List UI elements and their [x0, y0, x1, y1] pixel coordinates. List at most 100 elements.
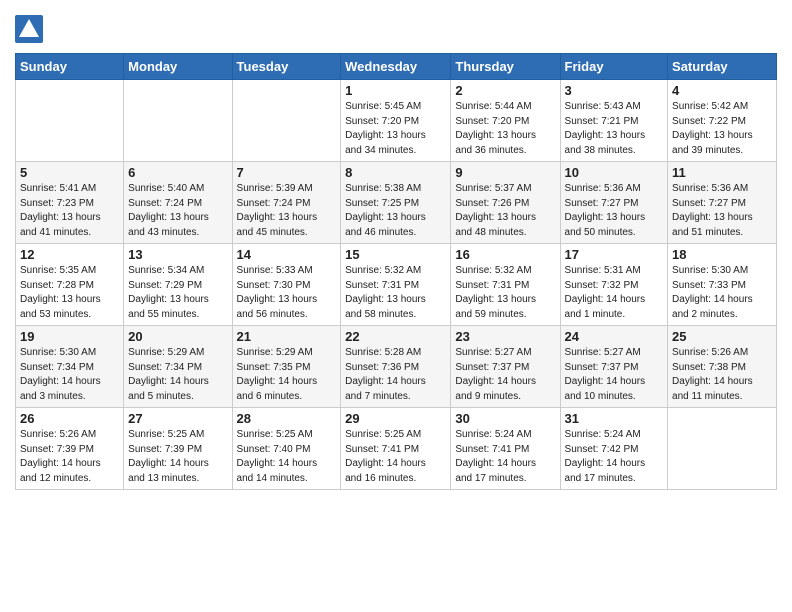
weekday-header-tuesday: Tuesday: [232, 54, 341, 80]
day-info: Sunrise: 5:42 AM Sunset: 7:22 PM Dayligh…: [672, 100, 772, 158]
day-number: 17: [565, 247, 664, 262]
page: SundayMondayTuesdayWednesdayThursdayFrid…: [0, 0, 792, 612]
day-number: 20: [128, 329, 227, 344]
day-number: 12: [20, 247, 119, 262]
day-number: 24: [565, 329, 664, 344]
day-info: Sunrise: 5:32 AM Sunset: 7:31 PM Dayligh…: [345, 264, 446, 322]
weekday-header-monday: Monday: [124, 54, 232, 80]
day-number: 23: [455, 329, 555, 344]
day-info: Sunrise: 5:25 AM Sunset: 7:41 PM Dayligh…: [345, 428, 446, 486]
day-number: 10: [565, 165, 664, 180]
day-info: Sunrise: 5:28 AM Sunset: 7:36 PM Dayligh…: [345, 346, 446, 404]
logo: [15, 15, 47, 43]
day-cell: 16 Sunrise: 5:32 AM Sunset: 7:31 PM Dayli…: [451, 244, 560, 326]
day-info: Sunrise: 5:26 AM Sunset: 7:39 PM Dayligh…: [20, 428, 119, 486]
day-cell: [668, 408, 777, 490]
day-cell: 21 Sunrise: 5:29 AM Sunset: 7:35 PM Dayli…: [232, 326, 341, 408]
day-number: 22: [345, 329, 446, 344]
day-number: 29: [345, 411, 446, 426]
day-cell: 13 Sunrise: 5:34 AM Sunset: 7:29 PM Dayli…: [124, 244, 232, 326]
day-info: Sunrise: 5:33 AM Sunset: 7:30 PM Dayligh…: [237, 264, 337, 322]
day-cell: 12 Sunrise: 5:35 AM Sunset: 7:28 PM Dayli…: [16, 244, 124, 326]
day-cell: 1 Sunrise: 5:45 AM Sunset: 7:20 PM Daylig…: [341, 80, 451, 162]
week-row-3: 12 Sunrise: 5:35 AM Sunset: 7:28 PM Dayli…: [16, 244, 777, 326]
day-number: 1: [345, 83, 446, 98]
day-cell: 6Sunrise: 5:40 AM Sunset: 7:24 PM Daylig…: [124, 162, 232, 244]
day-number: 4: [672, 83, 772, 98]
day-cell: 22 Sunrise: 5:28 AM Sunset: 7:36 PM Dayli…: [341, 326, 451, 408]
day-number: 5: [20, 165, 119, 180]
weekday-header-thursday: Thursday: [451, 54, 560, 80]
week-row-2: 5 Sunrise: 5:41 AM Sunset: 7:23 PM Daylig…: [16, 162, 777, 244]
day-number: 14: [237, 247, 337, 262]
day-cell: 2Sunrise: 5:44 AM Sunset: 7:20 PM Daylig…: [451, 80, 560, 162]
day-number: 30: [455, 411, 555, 426]
day-info: Sunrise: 5:30 AM Sunset: 7:34 PM Dayligh…: [20, 346, 119, 404]
day-number: 21: [237, 329, 337, 344]
day-cell: 4 Sunrise: 5:42 AM Sunset: 7:22 PM Daylig…: [668, 80, 777, 162]
day-number: 15: [345, 247, 446, 262]
day-info: Sunrise: 5:24 AM Sunset: 7:42 PM Dayligh…: [565, 428, 664, 486]
day-cell: [16, 80, 124, 162]
day-cell: 24 Sunrise: 5:27 AM Sunset: 7:37 PM Dayli…: [560, 326, 668, 408]
day-cell: 14 Sunrise: 5:33 AM Sunset: 7:30 PM Dayli…: [232, 244, 341, 326]
day-cell: 28Sunrise: 5:25 AM Sunset: 7:40 PM Dayli…: [232, 408, 341, 490]
day-info: Sunrise: 5:40 AM Sunset: 7:24 PM Dayligh…: [128, 182, 227, 240]
day-cell: 25 Sunrise: 5:26 AM Sunset: 7:38 PM Dayli…: [668, 326, 777, 408]
day-cell: 20 Sunrise: 5:29 AM Sunset: 7:34 PM Dayli…: [124, 326, 232, 408]
weekday-header-saturday: Saturday: [668, 54, 777, 80]
day-info: Sunrise: 5:35 AM Sunset: 7:28 PM Dayligh…: [20, 264, 119, 322]
day-number: 7: [237, 165, 337, 180]
day-info: Sunrise: 5:41 AM Sunset: 7:23 PM Dayligh…: [20, 182, 119, 240]
day-info: Sunrise: 5:32 AM Sunset: 7:31 PM Dayligh…: [455, 264, 555, 322]
weekday-header-row: SundayMondayTuesdayWednesdayThursdayFrid…: [16, 54, 777, 80]
week-row-1: 1 Sunrise: 5:45 AM Sunset: 7:20 PM Daylig…: [16, 80, 777, 162]
day-number: 9: [455, 165, 555, 180]
day-cell: 8Sunrise: 5:38 AM Sunset: 7:25 PM Daylig…: [341, 162, 451, 244]
day-info: Sunrise: 5:29 AM Sunset: 7:34 PM Dayligh…: [128, 346, 227, 404]
day-number: 11: [672, 165, 772, 180]
day-info: Sunrise: 5:34 AM Sunset: 7:29 PM Dayligh…: [128, 264, 227, 322]
day-number: 27: [128, 411, 227, 426]
day-info: Sunrise: 5:39 AM Sunset: 7:24 PM Dayligh…: [237, 182, 337, 240]
day-info: Sunrise: 5:29 AM Sunset: 7:35 PM Dayligh…: [237, 346, 337, 404]
day-number: 18: [672, 247, 772, 262]
day-info: Sunrise: 5:36 AM Sunset: 7:27 PM Dayligh…: [672, 182, 772, 240]
day-cell: 9Sunrise: 5:37 AM Sunset: 7:26 PM Daylig…: [451, 162, 560, 244]
day-number: 13: [128, 247, 227, 262]
day-number: 25: [672, 329, 772, 344]
day-cell: 30 Sunrise: 5:24 AM Sunset: 7:41 PM Dayli…: [451, 408, 560, 490]
logo-icon: [15, 15, 43, 43]
day-number: 31: [565, 411, 664, 426]
day-number: 28: [237, 411, 337, 426]
calendar: SundayMondayTuesdayWednesdayThursdayFrid…: [15, 53, 777, 490]
day-number: 2: [455, 83, 555, 98]
day-cell: 31 Sunrise: 5:24 AM Sunset: 7:42 PM Dayli…: [560, 408, 668, 490]
day-cell: 18Sunrise: 5:30 AM Sunset: 7:33 PM Dayli…: [668, 244, 777, 326]
day-cell: 11 Sunrise: 5:36 AM Sunset: 7:27 PM Dayli…: [668, 162, 777, 244]
day-cell: 17Sunrise: 5:31 AM Sunset: 7:32 PM Dayli…: [560, 244, 668, 326]
day-info: Sunrise: 5:45 AM Sunset: 7:20 PM Dayligh…: [345, 100, 446, 158]
day-cell: 23 Sunrise: 5:27 AM Sunset: 7:37 PM Dayli…: [451, 326, 560, 408]
day-cell: 3Sunrise: 5:43 AM Sunset: 7:21 PM Daylig…: [560, 80, 668, 162]
weekday-header-friday: Friday: [560, 54, 668, 80]
day-info: Sunrise: 5:27 AM Sunset: 7:37 PM Dayligh…: [565, 346, 664, 404]
weekday-header-sunday: Sunday: [16, 54, 124, 80]
day-number: 26: [20, 411, 119, 426]
day-info: Sunrise: 5:26 AM Sunset: 7:38 PM Dayligh…: [672, 346, 772, 404]
day-number: 16: [455, 247, 555, 262]
day-info: Sunrise: 5:36 AM Sunset: 7:27 PM Dayligh…: [565, 182, 664, 240]
day-cell: 27 Sunrise: 5:25 AM Sunset: 7:39 PM Dayli…: [124, 408, 232, 490]
day-cell: 19Sunrise: 5:30 AM Sunset: 7:34 PM Dayli…: [16, 326, 124, 408]
week-row-5: 26 Sunrise: 5:26 AM Sunset: 7:39 PM Dayli…: [16, 408, 777, 490]
day-info: Sunrise: 5:27 AM Sunset: 7:37 PM Dayligh…: [455, 346, 555, 404]
day-cell: 10 Sunrise: 5:36 AM Sunset: 7:27 PM Dayli…: [560, 162, 668, 244]
day-number: 8: [345, 165, 446, 180]
week-row-4: 19Sunrise: 5:30 AM Sunset: 7:34 PM Dayli…: [16, 326, 777, 408]
weekday-header-wednesday: Wednesday: [341, 54, 451, 80]
day-cell: 5 Sunrise: 5:41 AM Sunset: 7:23 PM Daylig…: [16, 162, 124, 244]
day-info: Sunrise: 5:43 AM Sunset: 7:21 PM Dayligh…: [565, 100, 664, 158]
day-info: Sunrise: 5:25 AM Sunset: 7:39 PM Dayligh…: [128, 428, 227, 486]
header: [15, 15, 777, 43]
day-info: Sunrise: 5:24 AM Sunset: 7:41 PM Dayligh…: [455, 428, 555, 486]
